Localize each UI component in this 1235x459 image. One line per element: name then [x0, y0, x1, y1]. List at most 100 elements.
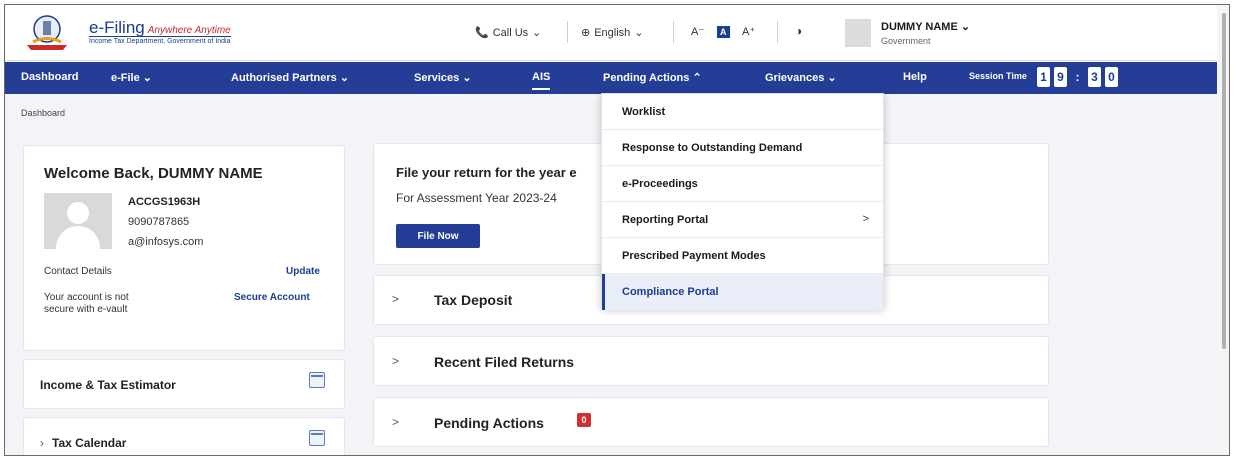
welcome-title: Welcome Back, DUMMY NAME [44, 165, 263, 182]
session-digit: 3 [1088, 67, 1101, 87]
nav-ais[interactable]: AIS [532, 71, 551, 90]
tax-calendar-title: › Tax Calendar [40, 436, 126, 450]
font-decrease-button[interactable]: A⁻ [691, 25, 704, 38]
pending-actions-accordion[interactable]: > Pending Actions 0 [373, 397, 1049, 447]
pending-count-badge: 0 [577, 413, 591, 427]
menu-item-label: Reporting Portal [622, 214, 709, 226]
menu-item-label: Response to Outstanding Demand [622, 142, 803, 154]
contact-details-label: Contact Details [44, 266, 112, 277]
chevron-down-icon: ⌄ [339, 72, 350, 84]
font-normal-button[interactable]: A [717, 26, 730, 38]
recent-filed-returns-accordion[interactable]: > Recent Filed Returns [373, 336, 1049, 386]
nav-pending-actions-label: Pending Actions [603, 72, 690, 84]
menu-item-outstanding-demand[interactable]: Response to Outstanding Demand [602, 130, 883, 166]
menu-item-e-proceedings[interactable]: e-Proceedings [602, 166, 883, 202]
recent-filed-returns-title: Recent Filed Returns [434, 354, 575, 370]
avatar-head [67, 202, 89, 224]
assessment-year-text: For Assessment Year 2023-24 [396, 191, 557, 205]
font-increase-button[interactable]: A⁺ [742, 25, 755, 38]
chevron-down-icon: ⌄ [960, 21, 971, 33]
session-digit: 0 [1105, 67, 1118, 87]
profile-card: Welcome Back, DUMMY NAME ACCGS1963H 9090… [23, 145, 345, 351]
logo-title[interactable]: e-Filing Anywhere Anytime [89, 18, 231, 38]
tax-calendar-label: Tax Calendar [52, 436, 127, 450]
emblem-logo-icon[interactable] [23, 15, 71, 51]
globe-icon: ⊕ [581, 27, 591, 39]
call-us-menu[interactable]: 📞 Call Us ⌄ [475, 26, 542, 40]
tax-deposit-title: Tax Deposit [434, 292, 513, 308]
menu-item-compliance-portal[interactable]: Compliance Portal [602, 274, 883, 310]
chevron-right-icon: > [862, 213, 869, 225]
language-selector[interactable]: ⊕ English ⌄ [581, 26, 644, 40]
chevron-right-icon: > [392, 354, 400, 368]
session-separator: : [1075, 70, 1080, 84]
secure-note-line-1: Your account is not [44, 292, 129, 303]
user-menu[interactable]: DUMMY NAME ⌄ [881, 20, 970, 33]
calculator-icon [309, 372, 325, 388]
header-divider [777, 21, 778, 43]
secure-note-line-2: secure with e-vault [44, 304, 128, 315]
header-divider [567, 21, 568, 43]
nav-help[interactable]: Help [903, 71, 927, 83]
top-header: e-Filing Anywhere Anytime Income Tax Depa… [5, 5, 1217, 61]
update-link[interactable]: Update [286, 266, 320, 277]
chevron-up-icon: ⌃ [692, 72, 702, 84]
nav-grievances-label: Grievances [765, 72, 825, 84]
next-accordion [373, 455, 1049, 456]
pending-actions-title: Pending Actions [434, 415, 544, 431]
logo-subtitle: Income Tax Department, Government of Ind… [89, 36, 231, 45]
chevron-down-icon: ⌄ [142, 72, 153, 84]
user-name: DUMMY NAME [881, 21, 958, 33]
user-avatar[interactable] [845, 19, 871, 47]
chevron-down-icon: ⌄ [634, 27, 644, 39]
menu-item-reporting-portal[interactable]: Reporting Portal > [602, 202, 883, 238]
avatar [44, 193, 112, 249]
scrollbar-thumb[interactable] [1222, 13, 1226, 349]
tax-calendar-card[interactable]: › Tax Calendar [23, 417, 345, 455]
nav-pending-actions[interactable]: Pending Actions ⌃ [603, 71, 702, 84]
chevron-down-icon: ⌄ [827, 72, 837, 84]
menu-item-label: Compliance Portal [622, 286, 719, 298]
language-label: English [594, 26, 631, 39]
nav-services[interactable]: Services ⌄ [414, 71, 472, 84]
secure-account-link[interactable]: Secure Account [234, 292, 310, 303]
nav-efile[interactable]: e-File ⌄ [111, 71, 152, 84]
menu-item-worklist[interactable]: Worklist [602, 94, 883, 130]
file-return-title: File your return for the year e [396, 165, 577, 180]
call-us-label: Call Us [492, 26, 529, 39]
nav-services-label: Services [414, 72, 460, 84]
income-tax-estimator-card[interactable]: Income & Tax Estimator [23, 359, 345, 409]
income-tax-estimator-title: Income & Tax Estimator [40, 378, 176, 392]
session-digit: 1 [1037, 67, 1050, 87]
phone-number: 9090787865 [128, 216, 190, 228]
session-time-label: Session Time [969, 71, 1027, 81]
user-role: Government [881, 36, 931, 46]
nav-grievances[interactable]: Grievances ⌄ [765, 71, 837, 84]
menu-item-prescribed-payment-modes[interactable]: Prescribed Payment Modes [602, 238, 883, 274]
contrast-toggle-icon[interactable]: ◑ [795, 24, 802, 38]
logo-title-text: e-Filing [89, 18, 145, 37]
header-divider [673, 21, 674, 43]
file-now-button[interactable]: File Now [396, 224, 480, 248]
pan-number: ACCGS1963H [128, 196, 201, 208]
chevron-right-icon: > [392, 292, 400, 306]
menu-item-label: Prescribed Payment Modes [622, 250, 766, 262]
nav-authorised-partners[interactable]: Authorised Partners ⌄ [231, 71, 349, 84]
main-nav: Dashboard e-File ⌄ Authorised Partners ⌄… [5, 62, 1217, 94]
email-address: a@infosys.com [128, 236, 204, 248]
chevron-down-icon: ⌄ [462, 72, 472, 84]
logo-tagline: Anywhere Anytime [147, 25, 231, 36]
chevron-down-icon: ⌄ [532, 27, 542, 39]
pending-actions-dropdown: Worklist Response to Outstanding Demand … [601, 93, 884, 310]
nav-efile-label: e-File [111, 72, 140, 84]
breadcrumb[interactable]: Dashboard [21, 108, 65, 118]
menu-item-label: e-Proceedings [622, 178, 698, 190]
chevron-right-icon: › [40, 436, 44, 450]
nav-authorised-partners-label: Authorised Partners [231, 72, 337, 84]
menu-item-label: Worklist [622, 106, 666, 118]
browser-frame: e-Filing Anywhere Anytime Income Tax Depa… [4, 4, 1230, 456]
avatar-body [56, 226, 100, 249]
nav-dashboard[interactable]: Dashboard [21, 71, 78, 83]
chevron-right-icon: > [392, 415, 400, 429]
calendar-icon [309, 430, 325, 446]
